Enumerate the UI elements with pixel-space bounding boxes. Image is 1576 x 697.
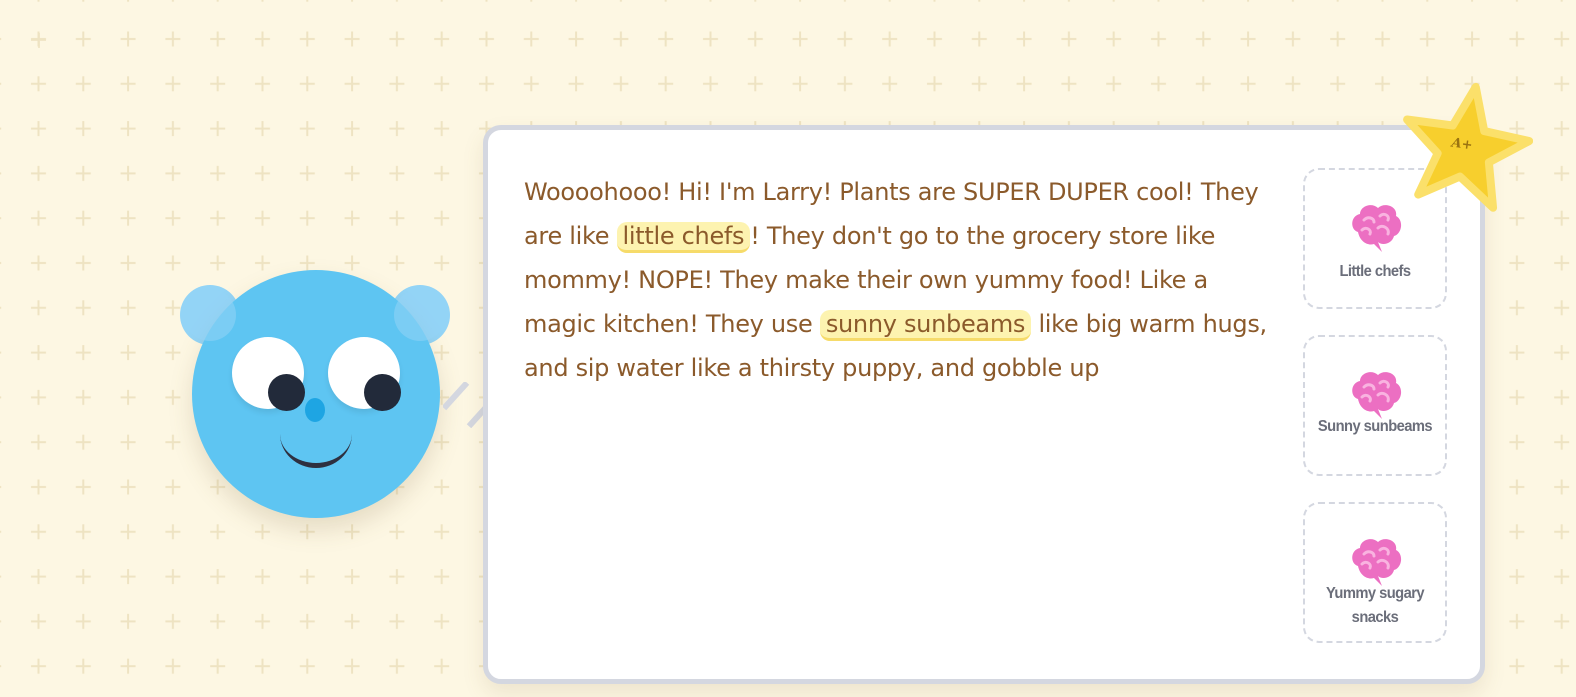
brain-icon xyxy=(1352,539,1402,586)
right-eye xyxy=(328,337,401,411)
concept-card-sunny-sunbeams[interactable]: Sunny sunbeams xyxy=(1303,335,1447,476)
right-pupil xyxy=(364,374,401,411)
right-ear-overlap xyxy=(394,289,446,341)
speech-text: Woooohooo! Hi! I'm Larry! Plants are SUP… xyxy=(524,170,1284,390)
highlight-sunny-sunbeams[interactable]: sunny sunbeams xyxy=(819,310,1032,341)
highlight-little-chefs[interactable]: little chefs xyxy=(616,222,751,253)
concept-label: Sunny sunbeams xyxy=(1317,418,1433,435)
speech-card: Woooohooo! Hi! I'm Larry! Plants are SUP… xyxy=(483,125,1485,684)
concept-label: Little chefs xyxy=(1339,263,1411,280)
concept-label: Yummy sugary snacks xyxy=(1325,585,1425,626)
brain-icon xyxy=(1352,372,1402,419)
brain-icon xyxy=(1352,205,1402,252)
left-ear-overlap xyxy=(184,289,236,341)
larry-character xyxy=(180,270,452,520)
character-mouth xyxy=(280,400,352,468)
concept-card-yummy-sugary-snacks[interactable]: Yummy sugary snacks xyxy=(1303,502,1447,643)
left-eye xyxy=(232,337,305,411)
